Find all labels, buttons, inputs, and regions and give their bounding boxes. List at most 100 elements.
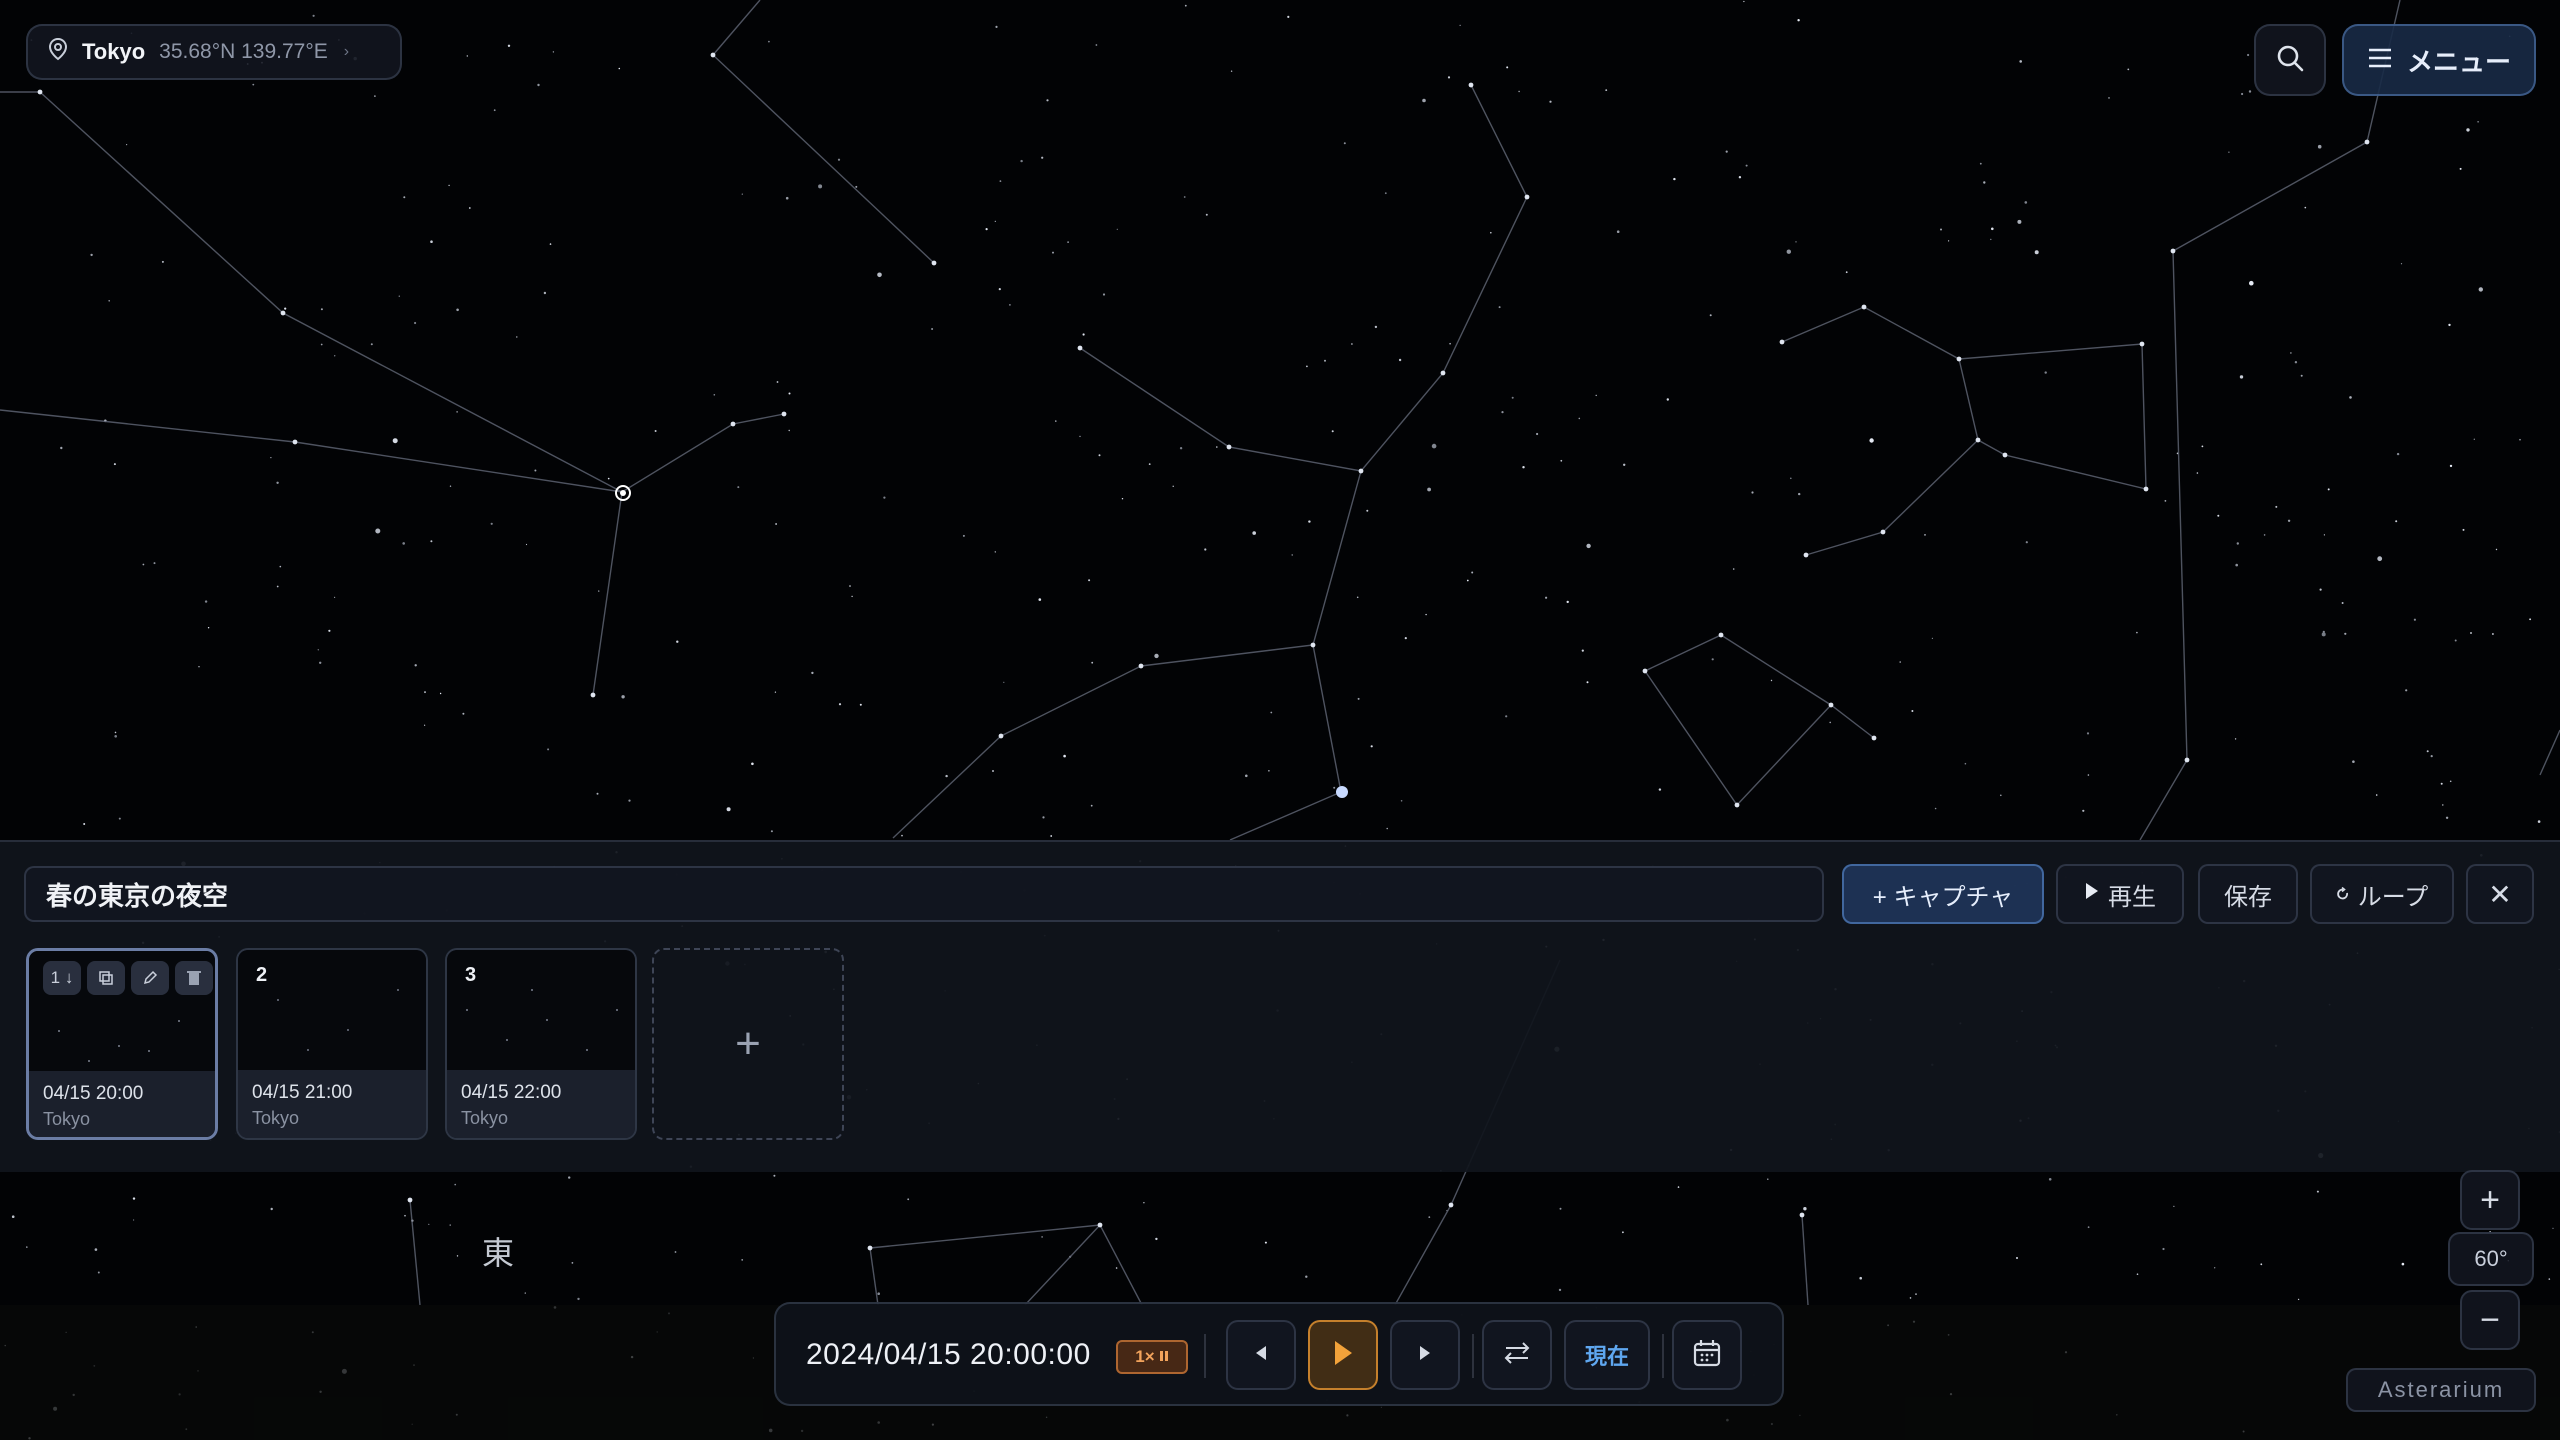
time-play-button[interactable]	[1308, 1320, 1378, 1390]
star	[1003, 681, 1005, 683]
menu-button[interactable]: メニュー	[2342, 24, 2536, 96]
zoom-out-button[interactable]: −	[2460, 1290, 2520, 1350]
star	[2352, 760, 2355, 763]
star	[1666, 398, 1670, 401]
step-back-button[interactable]	[1226, 1320, 1296, 1390]
star	[1990, 238, 1992, 241]
divider	[1472, 1334, 1474, 1378]
star	[837, 158, 841, 161]
slide-number: 3	[465, 964, 477, 986]
bright-star[interactable]	[1336, 786, 1348, 798]
pencil-icon[interactable]	[131, 961, 169, 995]
constellation-star	[781, 411, 787, 417]
tour-title-input[interactable]: 春の東京の夜空	[24, 866, 1824, 922]
star	[270, 457, 272, 459]
constellation-star	[1880, 529, 1886, 535]
slide-place: Tokyo	[43, 1109, 91, 1129]
star	[2300, 374, 2303, 377]
star	[883, 496, 886, 499]
constellation-star	[1975, 437, 1981, 443]
star	[549, 243, 552, 245]
star	[1287, 15, 1290, 18]
sky-view[interactable]	[0, 0, 2560, 1440]
star	[1343, 142, 1346, 145]
slide-card-2[interactable]: 2 04/15 21:00 Tokyo	[236, 948, 428, 1140]
star	[1770, 679, 1773, 682]
star	[2395, 520, 2398, 523]
star	[855, 185, 858, 188]
slide-card-1[interactable]: 1 ↓ 04/15 20:00 Tokyo	[26, 948, 218, 1140]
star	[1357, 697, 1360, 700]
star	[2108, 97, 2110, 99]
star	[901, 834, 903, 837]
star	[1270, 711, 1273, 714]
star	[859, 703, 862, 706]
star	[775, 523, 777, 525]
datetime-display[interactable]: 2024/04/15 20:00:00	[806, 1338, 1091, 1372]
star	[877, 272, 882, 278]
star	[2000, 794, 2002, 797]
star	[334, 596, 336, 599]
location-pill[interactable]: Tokyo 35.68°N 139.77°E ›	[26, 24, 402, 80]
star	[1422, 98, 1426, 103]
star	[2294, 361, 2298, 364]
star	[252, 83, 255, 86]
add-slide-button[interactable]: +	[652, 948, 844, 1140]
star	[126, 144, 128, 146]
location-coords: 35.68°N 139.77°E	[159, 40, 328, 63]
star	[1404, 637, 1407, 640]
slide-info: 04/15 22:00 Tokyo	[447, 1070, 635, 1138]
star	[1427, 487, 1431, 492]
step-forward-button[interactable]	[1390, 1320, 1460, 1390]
star	[2341, 602, 2344, 604]
speed-badge[interactable]: 1×	[1116, 1340, 1188, 1374]
star	[370, 343, 373, 346]
star	[414, 664, 417, 667]
save-button[interactable]: 保存	[2198, 864, 2298, 924]
star	[1595, 394, 1597, 397]
star	[1449, 342, 1451, 345]
star	[319, 661, 322, 664]
reverse-time-button[interactable]	[1482, 1320, 1552, 1390]
star	[1725, 150, 1728, 153]
slide-card-3[interactable]: 3 04/15 22:00 Tokyo	[445, 948, 637, 1140]
reorder-button[interactable]: 1 ↓	[43, 961, 81, 995]
star	[1179, 447, 1183, 450]
star	[1658, 788, 1662, 791]
loop-button[interactable]: ループ	[2310, 864, 2454, 924]
star	[1545, 596, 1548, 599]
star	[999, 180, 1002, 183]
star	[1184, 4, 1187, 7]
star	[1549, 100, 1552, 103]
star	[1711, 658, 1714, 661]
star	[1082, 333, 1085, 336]
copy-icon[interactable]	[87, 961, 125, 995]
search-button[interactable]	[2254, 24, 2326, 96]
star	[1498, 306, 1501, 309]
star	[1090, 804, 1093, 807]
star	[676, 640, 679, 643]
trash-icon[interactable]	[175, 961, 213, 995]
constellation-star	[998, 733, 1004, 739]
star	[1042, 816, 1045, 819]
star	[543, 291, 547, 295]
star	[114, 731, 117, 734]
star	[456, 411, 458, 413]
star	[654, 430, 657, 432]
star	[198, 666, 200, 668]
now-button[interactable]: 現在	[1564, 1320, 1650, 1390]
capture-button[interactable]: + キャプチャ	[1842, 864, 2044, 924]
star	[2239, 375, 2244, 379]
star	[2017, 219, 2022, 224]
star	[2228, 151, 2230, 153]
constellation-star	[1803, 552, 1809, 558]
star	[2375, 794, 2378, 796]
calendar-button[interactable]	[1672, 1320, 1742, 1390]
star	[1560, 459, 1563, 462]
zoom-in-button[interactable]: +	[2460, 1170, 2520, 1230]
star	[2462, 528, 2465, 531]
constellation-star	[1779, 339, 1785, 345]
star	[2275, 505, 2278, 508]
close-tour-button[interactable]: ✕	[2466, 864, 2534, 924]
tour-play-button[interactable]: 再生	[2056, 864, 2184, 924]
